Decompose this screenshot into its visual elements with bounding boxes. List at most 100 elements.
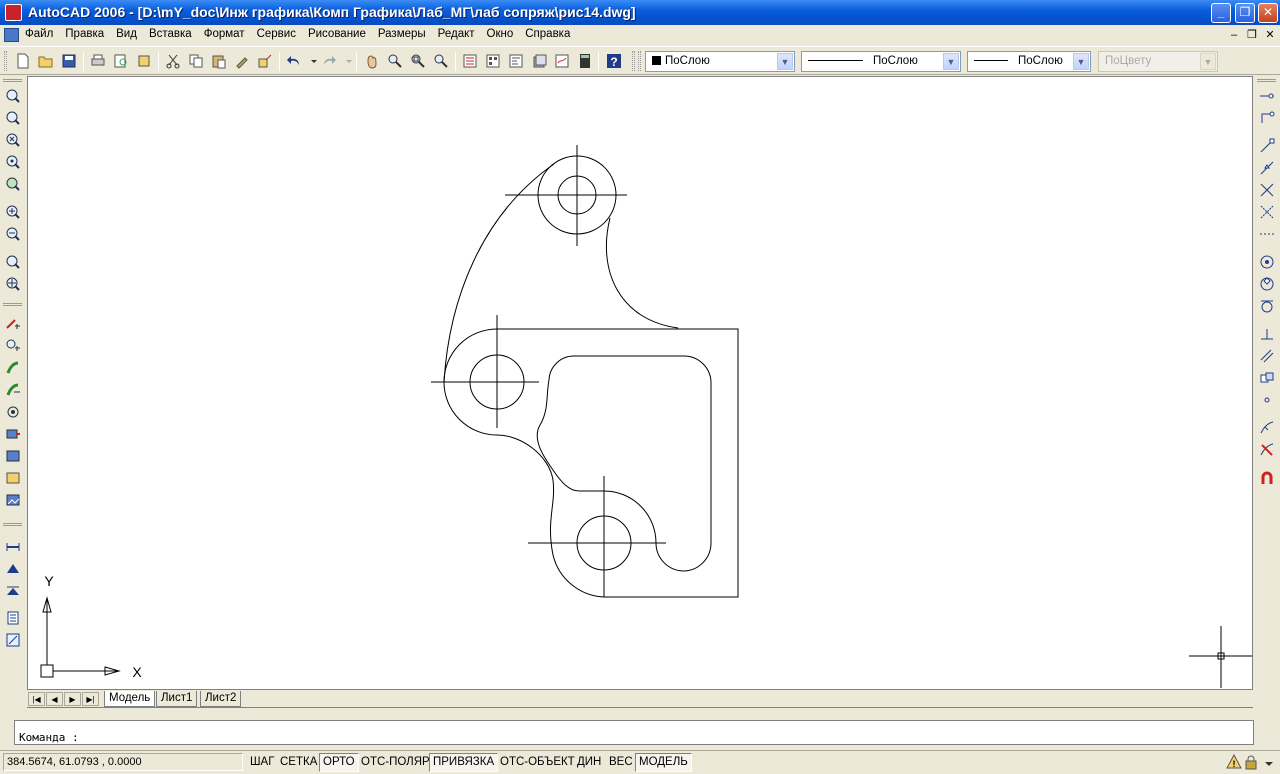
print-icon[interactable] [89, 52, 107, 70]
menu-window[interactable]: Окно [487, 28, 514, 40]
list-icon[interactable] [4, 381, 21, 398]
tab-last-button[interactable]: ▶| [82, 692, 99, 706]
tab-model[interactable]: Модель [104, 691, 156, 707]
zoom-in-icon[interactable] [4, 203, 21, 220]
status-menu-icon[interactable] [1263, 754, 1275, 770]
publish-icon[interactable] [135, 52, 153, 70]
tab-sheet2[interactable]: Лист2 [200, 691, 242, 707]
snap-quadrant-icon[interactable] [1258, 275, 1275, 292]
tool-palettes-icon[interactable] [507, 52, 525, 70]
lineweight-select[interactable]: ПоСлою ▼ [967, 51, 1091, 72]
design-center-icon[interactable] [484, 52, 502, 70]
status-model-toggle[interactable]: МОДЕЛЬ [635, 753, 692, 772]
toolbar-grip[interactable] [3, 79, 22, 82]
undo-icon[interactable] [285, 52, 303, 70]
area-icon[interactable] [4, 337, 21, 354]
locate-point-icon[interactable] [4, 403, 21, 420]
snap-none-icon[interactable] [1258, 441, 1275, 458]
menu-draw[interactable]: Рисование [308, 28, 366, 40]
properties-icon[interactable] [461, 52, 479, 70]
tab-next-button[interactable]: ▶ [64, 692, 81, 706]
close-button[interactable]: ✕ [1258, 3, 1278, 23]
help-icon[interactable]: ? [605, 52, 623, 70]
zoom-out-icon[interactable] [4, 225, 21, 242]
snap-node-icon[interactable] [1258, 391, 1275, 408]
temporary-track-point-icon[interactable] [1258, 87, 1275, 104]
external-reference-icon[interactable] [4, 469, 21, 486]
image-icon[interactable] [4, 491, 21, 508]
zoom-extents-icon[interactable] [4, 275, 21, 292]
dimension-update-icon[interactable] [4, 631, 21, 648]
toolbar-grip[interactable] [632, 51, 635, 71]
coordinates-display[interactable]: 384.5674, 61.0793 , 0.0000 [3, 753, 243, 771]
block-editor-icon[interactable] [256, 52, 274, 70]
markup-icon[interactable] [553, 52, 571, 70]
zoom-scale-icon[interactable] [4, 131, 21, 148]
distance-icon[interactable] [4, 315, 21, 332]
doc-close-button[interactable]: ✕ [1262, 28, 1278, 42]
lock-icon[interactable] [1243, 754, 1259, 770]
zoom-window-icon[interactable] [4, 87, 21, 104]
document-icon[interactable] [4, 28, 19, 42]
menu-insert[interactable]: Вставка [149, 28, 192, 40]
tab-previous-button[interactable]: ◀ [46, 692, 63, 706]
snap-intersection-icon[interactable] [1258, 181, 1275, 198]
toolbar-grip[interactable] [638, 51, 641, 71]
dimension-style-icon[interactable] [4, 609, 21, 626]
snap-extension-icon[interactable] [1258, 225, 1275, 242]
status-snap-toggle[interactable]: ШАГ [246, 753, 278, 772]
doc-restore-button[interactable]: ❐ [1244, 28, 1260, 42]
menu-help[interactable]: Справка [525, 28, 570, 40]
drawing-canvas[interactable]: Y X [28, 77, 1252, 689]
chevron-down-icon[interactable]: ▼ [777, 53, 793, 70]
status-polar-toggle[interactable]: ОТС-ПОЛЯР [357, 753, 434, 772]
snap-center-icon[interactable] [1258, 253, 1275, 270]
outer-contour[interactable] [443, 328, 739, 598]
status-dyn-toggle[interactable]: ДИН [573, 753, 605, 772]
snap-midpoint-icon[interactable] [1258, 159, 1275, 176]
menu-edit[interactable]: Правка [65, 28, 104, 40]
save-icon[interactable] [60, 52, 78, 70]
tab-first-button[interactable]: |◀ [28, 692, 45, 706]
inner-cutout-contour[interactable] [536, 355, 712, 572]
status-lwt-toggle[interactable]: ВЕС [605, 753, 637, 772]
toolbar-grip[interactable] [1257, 79, 1276, 82]
color-select[interactable]: ПоСлою ▼ [645, 51, 795, 72]
osnap-settings-icon[interactable] [1258, 469, 1275, 486]
snap-parallel-icon[interactable] [1258, 347, 1275, 364]
autocad-app-icon[interactable] [5, 4, 22, 21]
snap-insert-icon[interactable] [1258, 369, 1275, 386]
open-icon[interactable] [37, 52, 55, 70]
match-properties-icon[interactable] [233, 52, 251, 70]
zoom-all-icon[interactable] [4, 253, 21, 270]
menu-dimension[interactable]: Размеры [378, 28, 426, 40]
zoom-realtime-icon[interactable] [386, 52, 404, 70]
communication-center-icon[interactable]: ! [1226, 753, 1242, 770]
dimension-aligned-icon[interactable] [4, 559, 21, 576]
command-line[interactable]: Команда : [14, 720, 1254, 745]
snap-nearest-icon[interactable] [1258, 419, 1275, 436]
cut-icon[interactable] [164, 52, 182, 70]
status-ortho-toggle[interactable]: ОРТО [319, 753, 359, 772]
snap-endpoint-icon[interactable] [1258, 137, 1275, 154]
zoom-dynamic-icon[interactable] [4, 109, 21, 126]
copy-icon[interactable] [187, 52, 205, 70]
title-bar[interactable]: AutoCAD 2006 - [D:\mY_doc\Инж графика\Ко… [0, 0, 1280, 25]
menu-file[interactable]: Файл [25, 28, 53, 40]
sheet-set-icon[interactable] [530, 52, 548, 70]
toolbar-grip[interactable] [4, 51, 7, 71]
tab-sheet1[interactable]: Лист1 [156, 691, 198, 707]
pan-icon[interactable] [363, 52, 381, 70]
menu-view[interactable]: Вид [116, 28, 137, 40]
status-otrack-toggle[interactable]: ОТС-ОБЪЕКТ [496, 753, 579, 772]
zoom-previous-icon[interactable] [432, 52, 450, 70]
paste-icon[interactable] [210, 52, 228, 70]
make-block-icon[interactable] [4, 447, 21, 464]
print-preview-icon[interactable] [112, 52, 130, 70]
redo-icon[interactable] [320, 52, 338, 70]
minimize-button[interactable]: _ [1211, 3, 1231, 23]
menu-tools[interactable]: Сервис [257, 28, 296, 40]
linetype-select[interactable]: ПоСлою ▼ [801, 51, 961, 72]
zoom-object-icon[interactable] [4, 175, 21, 192]
menu-modify[interactable]: Редакт [438, 28, 475, 40]
